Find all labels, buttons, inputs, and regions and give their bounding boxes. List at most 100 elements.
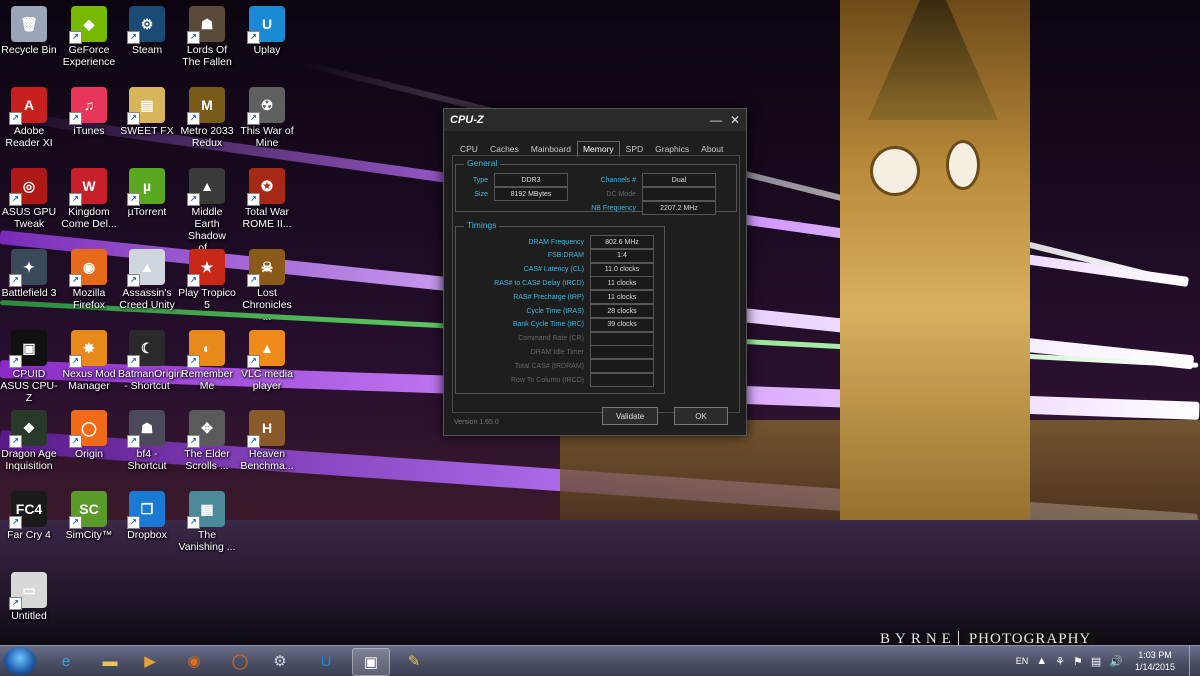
app-icon: ❖ ↗ [9,410,47,448]
desktop-icon[interactable]: ◐ ↗ Remember Me [178,326,236,392]
minimize-icon[interactable]: — [710,113,722,127]
language-indicator[interactable]: EN [1016,656,1029,666]
desktop-icon[interactable]: ◎ ↗ ASUS GPU Tweak [0,164,58,230]
desktop-icon-label: Lords Of The Fallen [182,44,232,68]
timing-row: Total CAS# (tRDRAM) [460,359,654,374]
desktop-icon[interactable]: ☠ ↗ Lost Chronicles ... [238,245,296,323]
desktop-icon[interactable]: ❒ ↗ Dropbox [118,487,176,541]
paint-icon[interactable]: ✎ [396,648,432,674]
desktop-icon[interactable]: ▲ ↗ Middle Earth Shadow of... [178,164,236,254]
desktop-icon[interactable]: ☾ ↗ BatmanOrigins - Shortcut [118,326,187,392]
show-hidden-icons-icon[interactable]: ▲ [1036,655,1047,667]
volume-icon[interactable]: 🔊 [1109,655,1123,668]
action-center-flag-icon[interactable]: ⚑ [1073,655,1083,668]
type-value: DDR3 [494,173,568,187]
network-app-icon[interactable]: ⚘ [1055,655,1065,668]
origin-icon[interactable]: ◯ [222,648,258,674]
desktop-icon[interactable]: ♫ ↗ iTunes [60,83,118,137]
desktop-icon[interactable]: M ↗ Metro 2033 Redux [178,83,236,149]
desktop-icon-label: Metro 2033 Redux [180,125,234,149]
desktop-icon[interactable]: W ↗ Kingdom Come Del... [60,164,118,230]
desktop-icon[interactable]: 🗑 Recycle Bin [0,2,58,56]
timing-row: CAS# Latency (CL) 11.0 clocks [460,262,654,277]
shortcut-arrow-icon: ↗ [127,31,140,44]
app-icon: ▣ ↗ [9,330,47,368]
desktop-icon[interactable]: ▣ ↗ CPUID ASUS CPU-Z [0,326,58,404]
ok-button[interactable]: OK [674,407,728,425]
shortcut-arrow-icon: ↗ [247,274,260,287]
app-icon: FC4 ↗ [9,491,47,529]
desktop-icon-label: iTunes [73,125,105,137]
start-button[interactable] [4,647,36,675]
app-icon: SC ↗ [69,491,107,529]
desktop-icon[interactable]: ✪ ↗ Total War ROME II... [238,164,296,230]
app-icon: ◆ ↗ [69,6,107,44]
steam-icon[interactable]: ⚙ [262,648,298,674]
timing-value: 11.0 clocks [590,262,654,277]
app-icon: ▲ ↗ [187,168,225,206]
timing-label: DRAM Frequency [528,238,584,246]
timing-row: FSB:DRAM 1:4 [460,248,654,263]
desktop-icon[interactable]: ⚙ ↗ Steam [118,2,176,56]
file-explorer-icon[interactable]: ▬ [92,648,128,674]
app-icon: ◐ ↗ [187,330,225,368]
desktop-icon[interactable]: ▭ ↗ Untitled [0,568,58,622]
desktop-icon[interactable]: ◉ ↗ Mozilla Firefox [60,245,118,311]
desktop-icon[interactable]: ◆ ↗ GeForce Experience [60,2,118,68]
desktop-icon[interactable]: ❖ ↗ Dragon Age Inquisition [0,406,58,472]
timings-title: Timings [464,220,500,230]
size-value: 8192 MBytes [494,187,568,201]
shortcut-arrow-icon: ↗ [247,193,260,206]
desktop-icon[interactable]: ☗ ↗ Lords Of The Fallen [178,2,236,68]
general-group: General Type DDR3 Size 8192 MBytes Chann… [455,158,737,215]
desktop-icon[interactable]: FC4 ↗ Far Cry 4 [0,487,58,541]
system-clock[interactable]: 1:03 PM 1/14/2015 [1135,649,1175,673]
app-icon: ◉ ↗ [69,249,107,287]
desktop-icon-label: µTorrent [127,206,167,218]
show-desktop-button[interactable] [1189,646,1200,676]
desktop-icon-label: Nexus Mod Manager [62,368,116,392]
desktop-icon[interactable]: U ↗ Uplay [238,2,296,56]
internet-explorer-icon[interactable]: e [48,648,84,674]
clock-face [870,146,920,196]
media-player-icon[interactable]: ▶ [132,648,168,674]
cpuz-window[interactable]: CPU-Z — ✕ CPU Caches Mainboard Memory SPD Gra… [443,108,747,436]
desktop-icon[interactable]: ▤ ↗ SWEET FX [118,83,176,137]
validate-button[interactable]: Validate [602,407,658,425]
app-icon: ◯ ↗ [69,410,107,448]
cpuz-icon[interactable]: ▣ [352,648,390,676]
desktop-icon[interactable]: µ ↗ µTorrent [118,164,176,218]
desktop-icon[interactable]: ▲ ↗ Assassin's Creed Unity [118,245,176,311]
desktop-icon[interactable]: ✥ ↗ The Elder Scrolls ... [178,406,236,472]
desktop-icon[interactable]: ☗ ↗ bf4 - Shortcut [118,406,176,472]
network-icon[interactable]: ▤ [1091,655,1101,668]
desktop-icon[interactable]: ▦ ↗ The Vanishing ... [178,487,236,553]
desktop-icon[interactable]: ✦ ↗ Battlefield 3 [0,245,58,299]
general-title: General [464,158,501,168]
cpuz-titlebar[interactable]: CPU-Z — ✕ [444,109,746,131]
shortcut-arrow-icon: ↗ [69,435,82,448]
desktop-icon[interactable]: ◯ ↗ Origin [60,406,118,460]
desktop-icon[interactable]: ✸ ↗ Nexus Mod Manager [60,326,118,392]
clock-time: 1:03 PM [1138,650,1172,660]
app-icon: H ↗ [247,410,285,448]
timing-row: DRAM Idle Timer [460,345,654,360]
desktop-icon[interactable]: ☢ ↗ This War of Mine [238,83,296,149]
desktop-icon[interactable]: ★ ↗ Play Tropico 5 [178,245,236,311]
timing-row: RAS# Precharge (tRP) 11 clocks [460,290,654,305]
app-icon: ♫ ↗ [69,87,107,125]
uplay-icon[interactable]: U [308,648,344,674]
firefox-icon[interactable]: ◉ [176,648,212,674]
desktop-icon[interactable]: ▲ ↗ VLC media player [238,326,296,392]
desktop-icon-label: Dragon Age Inquisition [1,448,57,472]
memory-panel: General Type DDR3 Size 8192 MBytes Chann… [452,155,740,413]
desktop-icon[interactable]: SC ↗ SimCity™ [60,487,118,541]
app-icon: ☗ ↗ [127,410,165,448]
desktop-icon[interactable]: H ↗ Heaven Benchma... [238,406,296,472]
desktop-icon[interactable]: A ↗ Adobe Reader XI [0,83,58,149]
clock-date: 1/14/2015 [1134,662,1175,672]
close-icon[interactable]: ✕ [730,113,740,127]
shortcut-arrow-icon: ↗ [127,516,140,529]
desktop-icon-label: This War of Mine [240,125,294,149]
timing-row: Row To Column (tRCD) [460,373,654,387]
